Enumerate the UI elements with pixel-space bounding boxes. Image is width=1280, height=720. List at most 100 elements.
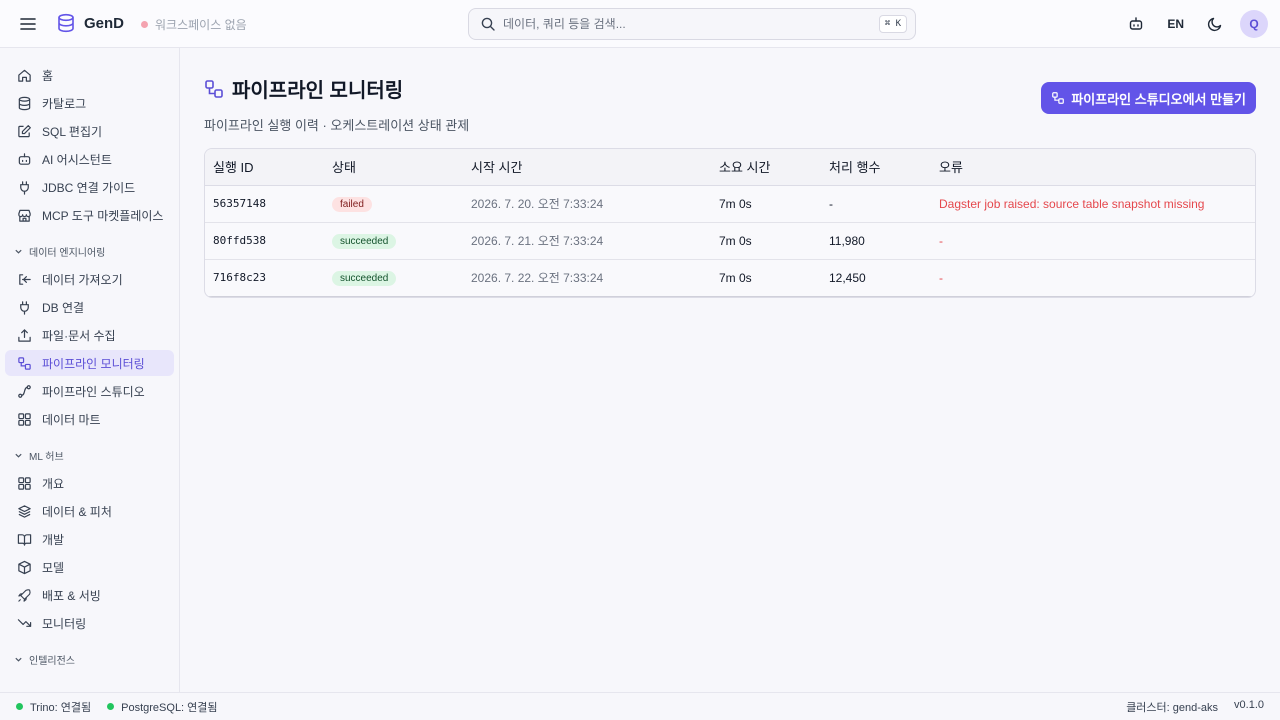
search-bar[interactable]: ⌘ K bbox=[468, 8, 916, 40]
sidebar-item-overview[interactable]: 개요 bbox=[5, 470, 174, 496]
sidebar-item-label: 데이터 가져오기 bbox=[42, 272, 123, 287]
status-badge: failed bbox=[332, 196, 372, 212]
section-data-engineering[interactable]: 데이터 엔지니어링 bbox=[0, 238, 179, 264]
rows-processed: 11,980 bbox=[821, 222, 931, 260]
sidebar-item-data-import[interactable]: 데이터 가져오기 bbox=[5, 266, 174, 292]
sidebar-item-label: 파이프라인 스튜디오 bbox=[42, 384, 145, 399]
sidebar-item-label: 카탈로그 bbox=[42, 96, 87, 111]
postgres-status-label: PostgreSQL: 연결됨 bbox=[121, 701, 218, 714]
grid-icon bbox=[18, 476, 31, 490]
cluster-label: 클러스터: gend-aks bbox=[1126, 701, 1219, 714]
sidebar-item-label: 홈 bbox=[42, 68, 54, 83]
workflow-icon bbox=[1052, 92, 1065, 104]
chevron-down-icon bbox=[15, 249, 22, 254]
sidebar-item-ai-assistant[interactable]: AI 어시스턴트 bbox=[5, 146, 174, 172]
sidebar-item-label: AI 어시스턴트 bbox=[42, 152, 112, 167]
column-header[interactable]: 시작 시간 bbox=[463, 149, 711, 186]
moon-icon[interactable] bbox=[1204, 9, 1226, 39]
run-id: 80ffd538 bbox=[205, 222, 324, 260]
sidebar-item-jdbc-guide[interactable]: JDBC 연결 가이드 bbox=[5, 174, 174, 200]
bot-icon[interactable] bbox=[1125, 9, 1147, 39]
run-id: 716f8c23 bbox=[205, 259, 324, 297]
column-header[interactable]: 소요 시간 bbox=[711, 149, 821, 186]
sidebar-item-home[interactable]: 홈 bbox=[5, 62, 174, 88]
main-content: 파이프라인 모니터링 파이프라인 실행 이력 · 오케스트레이션 상태 관제 파… bbox=[180, 48, 1280, 692]
table-row[interactable]: 80ffd538 succeeded 2026. 7. 21. 오전 7:33:… bbox=[205, 222, 1255, 260]
sidebar-item-label: 개발 bbox=[42, 532, 65, 547]
sidebar-item-catalog[interactable]: 카탈로그 bbox=[5, 90, 174, 116]
sidebar: 홈 카탈로그 SQL 편집기 AI 어시스턴트 JDBC 연결 가이드 MCP … bbox=[0, 48, 180, 692]
error-message: Dagster job raised: source table snapsho… bbox=[931, 185, 1255, 223]
workspace-selector[interactable]: 워크스페이스 없음 bbox=[141, 16, 247, 33]
spline-icon bbox=[18, 384, 31, 398]
edit-icon bbox=[18, 124, 31, 137]
sidebar-item-mcp-marketplace[interactable]: MCP 도구 마켓플레이스 bbox=[5, 202, 174, 228]
section-ml-hub[interactable]: ML 허브 bbox=[0, 442, 179, 468]
sidebar-item-label: 개요 bbox=[42, 476, 65, 491]
column-header[interactable]: 처리 행수 bbox=[821, 149, 931, 186]
run-id: 56357148 bbox=[205, 185, 324, 223]
section-intelligence[interactable]: 인텔리전스 bbox=[0, 646, 179, 672]
column-header[interactable]: 실행 ID bbox=[205, 149, 324, 186]
sidebar-item-pipeline-monitoring[interactable]: 파이프라인 모니터링 bbox=[5, 350, 174, 376]
sidebar-item-label: DB 연결 bbox=[42, 300, 85, 315]
store-icon bbox=[18, 209, 31, 222]
sidebar-item-development[interactable]: 개발 bbox=[5, 526, 174, 552]
sidebar-item-monitoring[interactable]: 모니터링 bbox=[5, 610, 174, 636]
start-time: 2026. 7. 22. 오전 7:33:24 bbox=[463, 259, 711, 297]
sidebar-item-file-collection[interactable]: 파일·문서 수집 bbox=[5, 322, 174, 348]
page-title: 파이프라인 모니터링 bbox=[232, 80, 404, 102]
sidebar-item-models[interactable]: 모델 bbox=[5, 554, 174, 580]
search-shortcut: ⌘ K bbox=[878, 15, 907, 33]
page-header: 파이프라인 모니터링 파이프라인 실행 이력 · 오케스트레이션 상태 관제 bbox=[204, 74, 469, 134]
error-message: - bbox=[931, 259, 1255, 297]
button-label: 파이프라인 스튜디오에서 만들기 bbox=[1071, 91, 1246, 107]
section-label: ML 허브 bbox=[29, 451, 64, 463]
connected-dot bbox=[107, 703, 115, 710]
rows-processed: 12,450 bbox=[821, 259, 931, 297]
trend-down-icon bbox=[17, 618, 32, 627]
duration: 7m 0s bbox=[711, 185, 821, 223]
column-header[interactable]: 상태 bbox=[324, 149, 463, 186]
plug-icon bbox=[20, 300, 29, 315]
avatar[interactable]: Q bbox=[1240, 10, 1268, 38]
sidebar-item-pipeline-studio[interactable]: 파이프라인 스튜디오 bbox=[5, 378, 174, 404]
sidebar-item-label: 데이터 & 피처 bbox=[42, 504, 112, 519]
status-badge: succeeded bbox=[332, 270, 397, 286]
status-cell: failed bbox=[324, 185, 463, 223]
section-label: 인텔리전스 bbox=[29, 655, 75, 667]
search-input[interactable] bbox=[503, 17, 879, 31]
sidebar-item-sql-editor[interactable]: SQL 편집기 bbox=[5, 118, 174, 144]
layers-icon bbox=[18, 504, 31, 518]
sidebar-item-label: 모니터링 bbox=[42, 616, 87, 631]
book-icon bbox=[17, 533, 32, 546]
language-toggle[interactable]: EN bbox=[1161, 17, 1190, 31]
column-header[interactable]: 오류 bbox=[931, 149, 1255, 186]
trino-status-label: Trino: 연결됨 bbox=[30, 701, 92, 714]
error-message: - bbox=[931, 222, 1255, 260]
table-row[interactable]: 716f8c23 succeeded 2026. 7. 22. 오전 7:33:… bbox=[205, 259, 1255, 297]
sidebar-item-data-features[interactable]: 데이터 & 피처 bbox=[5, 498, 174, 524]
workflow-icon bbox=[205, 79, 223, 98]
create-in-studio-button[interactable]: 파이프라인 스튜디오에서 만들기 bbox=[1041, 82, 1256, 114]
runs-table: 실행 ID 상태 시작 시간 소요 시간 처리 행수 오류 56357148 f… bbox=[204, 148, 1256, 298]
sidebar-item-label: 파이프라인 모니터링 bbox=[42, 356, 145, 371]
sidebar-item-label: JDBC 연결 가이드 bbox=[42, 180, 136, 195]
plug-icon bbox=[20, 180, 29, 195]
top-bar: GenD 워크스페이스 없음 ⌘ K EN Q bbox=[0, 0, 1280, 48]
table-header-row: 실행 ID 상태 시작 시간 소요 시간 처리 행수 오류 bbox=[205, 149, 1255, 186]
app-logo[interactable]: GenD bbox=[56, 13, 124, 33]
status-badge: succeeded bbox=[332, 233, 397, 249]
menu-icon[interactable] bbox=[16, 14, 40, 34]
database-icon bbox=[58, 13, 74, 33]
sidebar-item-deploy-serving[interactable]: 배포 & 서빙 bbox=[5, 582, 174, 608]
workspace-status-dot bbox=[141, 21, 148, 28]
sidebar-item-label: 데이터 마트 bbox=[42, 412, 101, 427]
upload-icon bbox=[18, 328, 31, 342]
workflow-icon bbox=[18, 356, 31, 370]
sidebar-item-db-connection[interactable]: DB 연결 bbox=[5, 294, 174, 320]
sidebar-item-data-mart[interactable]: 데이터 마트 bbox=[5, 406, 174, 432]
page-subtitle: 파이프라인 실행 이력 · 오케스트레이션 상태 관제 bbox=[204, 118, 470, 133]
version-label: v0.1.0 bbox=[1234, 698, 1264, 711]
table-row[interactable]: 56357148 failed 2026. 7. 20. 오전 7:33:24 … bbox=[205, 185, 1255, 223]
